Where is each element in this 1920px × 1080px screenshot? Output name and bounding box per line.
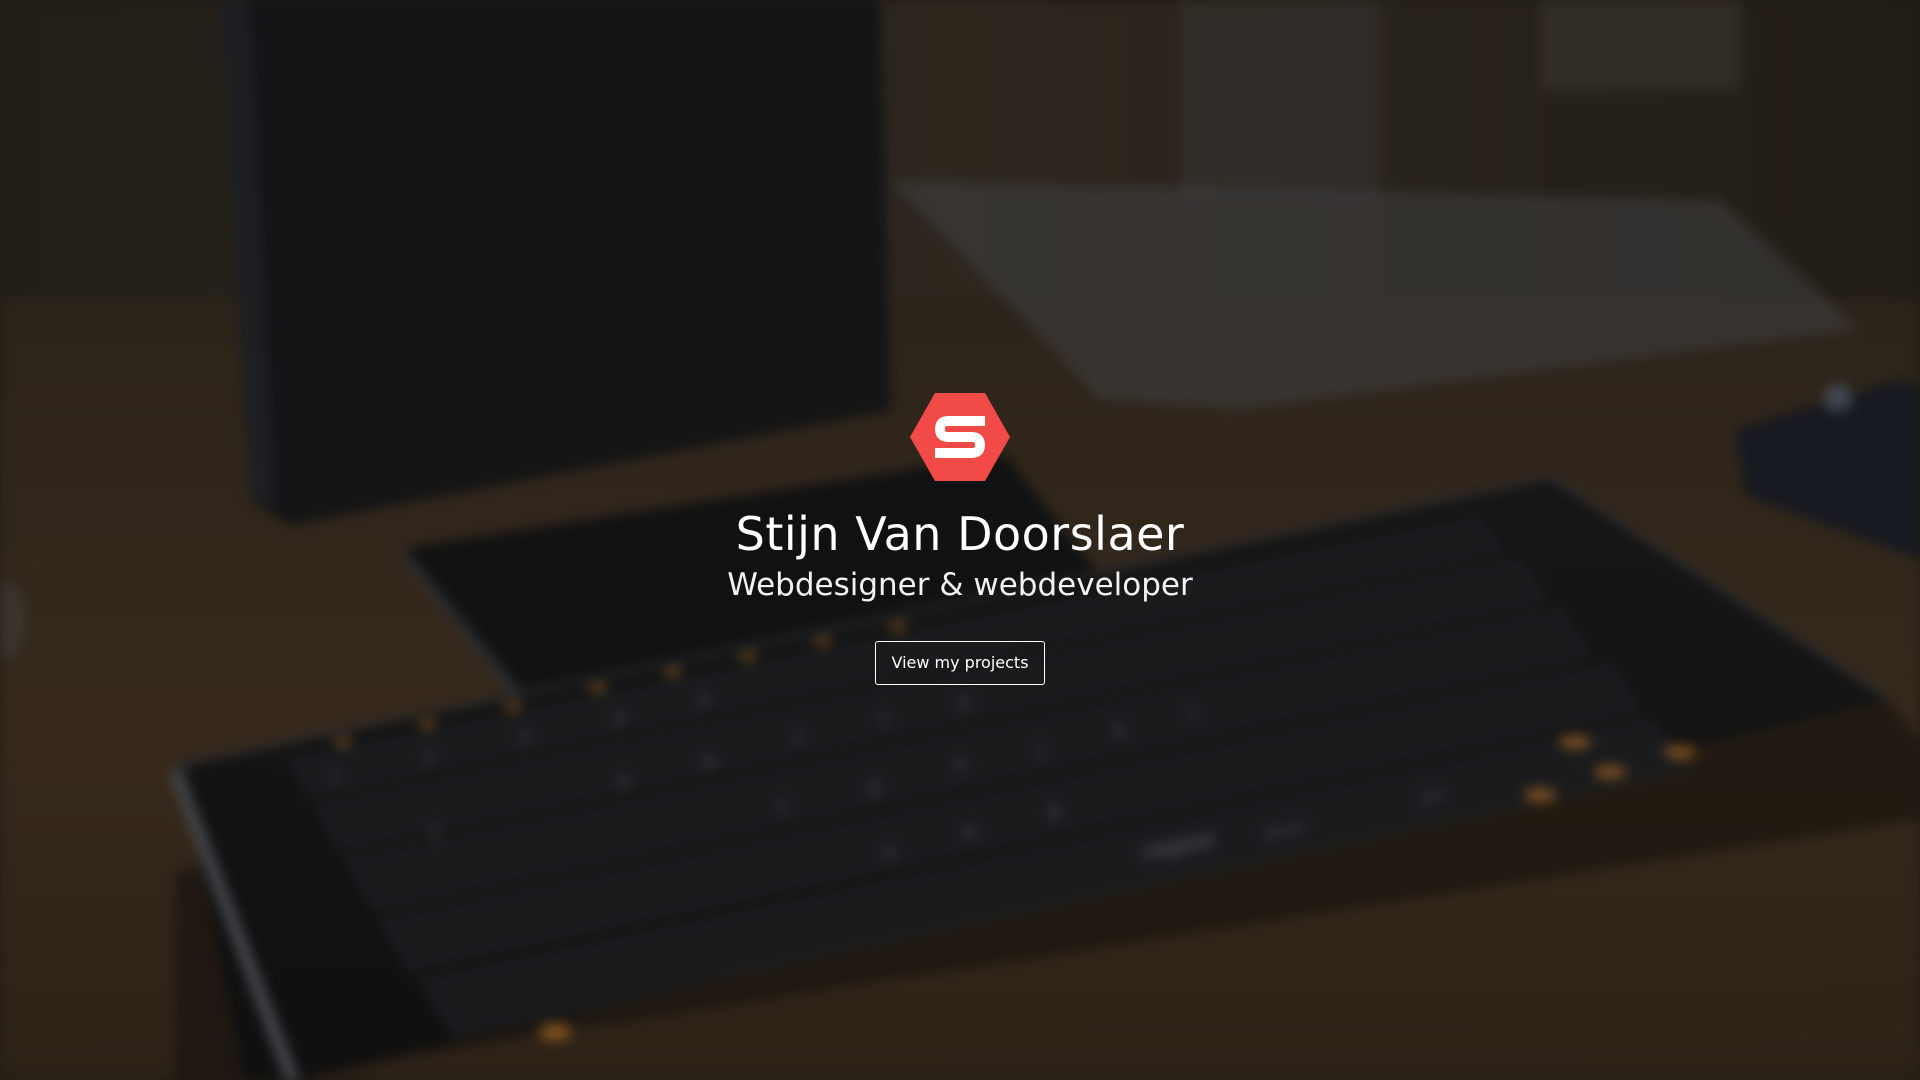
page-title: Stijn Van Doorslaer — [735, 507, 1185, 561]
view-projects-button[interactable]: View my projects — [875, 641, 1045, 685]
page-subtitle: Webdesigner & webdeveloper — [727, 567, 1193, 603]
hero-section: 1 2 3 4 5 E R T Y U Z F G H J K L V B N … — [0, 0, 1920, 1080]
hero-content: Stijn Van Doorslaer Webdesigner & webdev… — [0, 393, 1920, 685]
hexagon-s-logo-icon — [910, 393, 1010, 481]
